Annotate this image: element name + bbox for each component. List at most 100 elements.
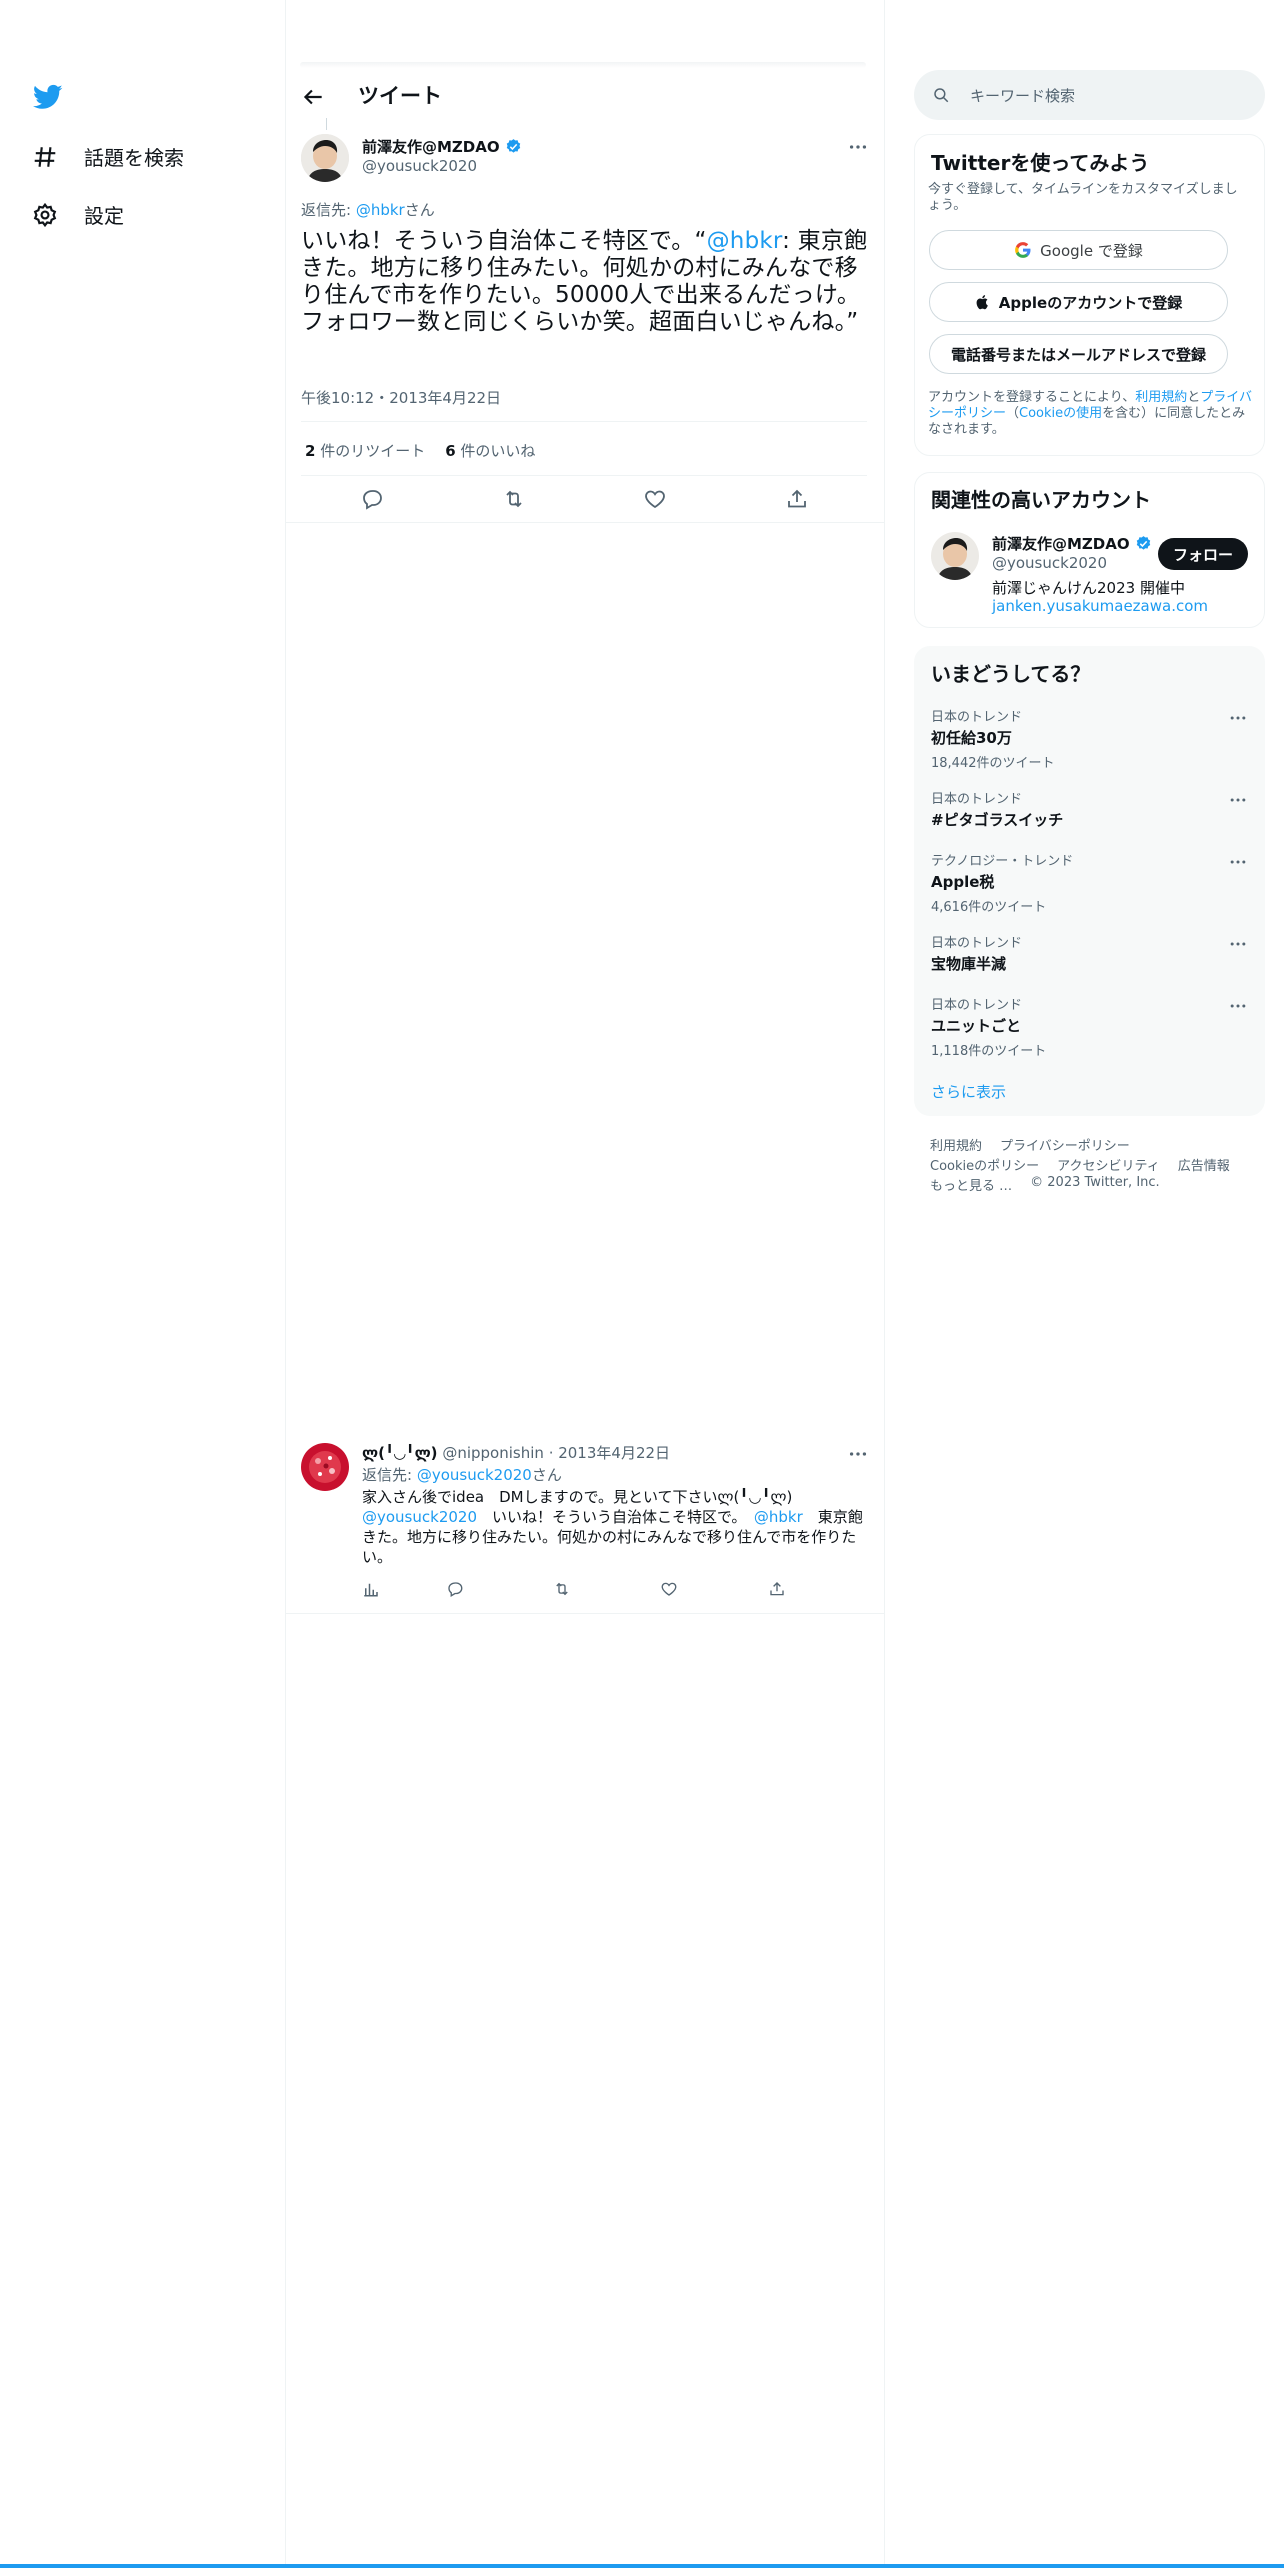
search-box[interactable]: キーワード検索 (914, 70, 1265, 120)
trend-category: 日本のトレンド (931, 710, 1023, 725)
more-options-icon[interactable] (1228, 790, 1248, 810)
like-icon[interactable] (660, 1580, 678, 1598)
reply-to-line: 返信先: @yousuck2020さん (362, 1465, 562, 1485)
trend-item[interactable]: 日本のトレンド 初任給30万 18,442件のツイート (931, 706, 1055, 771)
retweet-icon[interactable] (553, 1580, 571, 1598)
reply-to-handle-link[interactable]: @yousuck2020 (417, 1466, 532, 1484)
nav-item-explore[interactable]: 話題を検索 (32, 142, 184, 171)
trend-category: 日本のトレンド (931, 792, 1023, 807)
share-icon[interactable] (768, 1580, 786, 1598)
show-more-trends-link[interactable]: さらに表示 (931, 1081, 1006, 1102)
reply-text: 家入さん後でidea DMしますので。見といて下さいლ(╹◡╹ლ) @yousu… (362, 1487, 866, 1567)
page-title: ツイート (358, 84, 442, 108)
avatar[interactable] (301, 1443, 349, 1491)
verified-badge-icon (506, 139, 521, 153)
like-icon[interactable] (643, 487, 667, 511)
related-link[interactable]: janken.yusakumaezawa.com (992, 597, 1208, 615)
trend-category: 日本のトレンド (931, 936, 1023, 951)
trends-title: いまどうしてる？ (931, 662, 1091, 686)
avatar[interactable] (931, 532, 979, 580)
more-options-icon[interactable] (1228, 996, 1248, 1016)
trend-count: 1,118件のツイート (931, 1044, 1047, 1059)
author-name-row[interactable]: 前澤友作@MZDAO (362, 136, 522, 157)
nav-item-label: 話題を検索 (84, 146, 184, 170)
engagement-stats: 2 件のリツイート 6 件のいいね (305, 440, 535, 461)
trend-count: 18,442件のツイート (931, 756, 1055, 771)
author-handle[interactable]: @yousuck2020 (362, 157, 477, 175)
tweet-text-part: いいね！そういう自治体こそ特区で。“ (301, 228, 707, 254)
footer-link-privacy[interactable]: プライバシーポリシー (1000, 1135, 1130, 1154)
footer-link-ads-info[interactable]: 広告情報 (1178, 1155, 1230, 1174)
more-options-icon[interactable] (847, 136, 869, 158)
terms-link[interactable]: 利用規約 (1135, 390, 1187, 405)
reply-author-name[interactable]: ლ(╹◡╹ლ) (362, 1444, 438, 1462)
reply-mention-link[interactable]: @yousuck2020 (362, 1508, 477, 1526)
cookie-link[interactable]: Cookieの使用 (1019, 406, 1102, 421)
reply-header: ლ(╹◡╹ლ) @nipponishin · 2013年4月22日 (362, 1443, 670, 1463)
search-input[interactable]: キーワード検索 (970, 85, 1075, 106)
divider (286, 1613, 884, 1614)
more-options-icon[interactable] (1228, 708, 1248, 728)
like-label: 件のいいね (455, 442, 536, 460)
twitter-logo-icon[interactable] (32, 82, 64, 112)
footer-row-2: Cookieのポリシー アクセシビリティ 広告情報 (930, 1155, 1230, 1174)
apple-icon (976, 295, 988, 310)
analytics-icon[interactable] (362, 1580, 380, 1598)
signup-legal-text: アカウントを登録することにより、利用規約とプライバシーポリシー（Cookieの使… (928, 390, 1254, 438)
avatar-image-icon (301, 1443, 349, 1491)
reply-to-suffix: さん (404, 201, 435, 219)
trend-item[interactable]: 日本のトレンド 宝物庫半減 (931, 932, 1022, 974)
retweet-label: 件のリツイート (315, 442, 426, 460)
google-signup-button[interactable]: Google で登録 (929, 230, 1228, 270)
retweet-icon[interactable] (502, 487, 526, 511)
bottom-accent-bar (0, 2564, 1284, 2568)
avatar-portrait-icon (301, 134, 349, 182)
avatar-portrait-icon (931, 532, 979, 580)
footer-link-cookie[interactable]: Cookieのポリシー (930, 1155, 1039, 1174)
reply-to-label: 返信先: (301, 201, 356, 219)
column-divider-right (884, 0, 885, 2568)
thread-line (326, 118, 327, 130)
verified-badge-icon (1136, 536, 1151, 550)
author-name[interactable]: 前澤友作@MZDAO (362, 138, 500, 156)
like-stat[interactable]: 6 件のいいね (445, 440, 535, 461)
apple-signup-button[interactable]: Appleのアカウントで登録 (929, 282, 1228, 322)
avatar[interactable] (301, 134, 349, 182)
signup-subtitle: 今すぐ登録して、タイムラインをカスタマイズしましょう。 (928, 182, 1238, 213)
footer-link-accessibility[interactable]: アクセシビリティ (1057, 1155, 1160, 1174)
footer-link-terms[interactable]: 利用規約 (930, 1135, 982, 1154)
gear-icon (33, 202, 57, 227)
back-arrow-icon[interactable] (300, 84, 326, 110)
reply-to-line: 返信先: @hbkrさん (301, 199, 435, 220)
trend-item[interactable]: 日本のトレンド ユニットごと 1,118件のツイート (931, 994, 1046, 1059)
reply-icon[interactable] (446, 1580, 464, 1598)
tweet-timestamp[interactable]: 午後10:12・2013年4月22日 (301, 387, 501, 408)
legal-text-part: （ (1006, 406, 1020, 421)
trend-item[interactable]: テクノロジー・トレンド Apple税 4,616件のツイート (931, 850, 1073, 915)
more-options-icon[interactable] (1228, 852, 1248, 872)
more-options-icon[interactable] (1228, 934, 1248, 954)
footer-link-more[interactable]: もっと見る … (930, 1175, 1012, 1194)
trend-category: 日本のトレンド (931, 998, 1023, 1013)
retweet-stat[interactable]: 2 件のリツイート (305, 440, 425, 461)
related-account-name[interactable]: 前澤友作@MZDAO (992, 535, 1130, 553)
phone-email-signup-button[interactable]: 電話番号またはメールアドレスで登録 (929, 334, 1228, 374)
share-icon[interactable] (785, 487, 809, 511)
related-name-row[interactable]: 前澤友作@MZDAO (992, 533, 1152, 554)
related-account-handle[interactable]: @yousuck2020 (992, 554, 1107, 572)
reply-to-suffix: さん (531, 1466, 562, 1484)
reply-icon[interactable] (360, 487, 384, 511)
more-options-icon[interactable] (847, 1443, 869, 1465)
reply-to-handle-link[interactable]: @hbkr (356, 201, 405, 219)
reply-author-handle[interactable]: @nipponishin (442, 1444, 544, 1462)
follow-button[interactable]: フォロー (1158, 538, 1248, 570)
reply-mention-link[interactable]: @hbkr (754, 1508, 803, 1526)
footer-row-3: もっと見る … © 2023 Twitter, Inc. (930, 1175, 1160, 1194)
trend-item[interactable]: 日本のトレンド #ピタゴラスイッチ (931, 788, 1063, 830)
trend-name: 初任給30万 (931, 729, 1012, 747)
tweet-mention-link[interactable]: @hbkr (707, 228, 783, 254)
apple-signup-label: Appleのアカウントで登録 (998, 293, 1183, 312)
nav-item-settings[interactable]: 設定 (32, 200, 124, 229)
google-icon (1015, 242, 1031, 258)
reply-date[interactable]: · 2013年4月22日 (549, 1444, 670, 1462)
